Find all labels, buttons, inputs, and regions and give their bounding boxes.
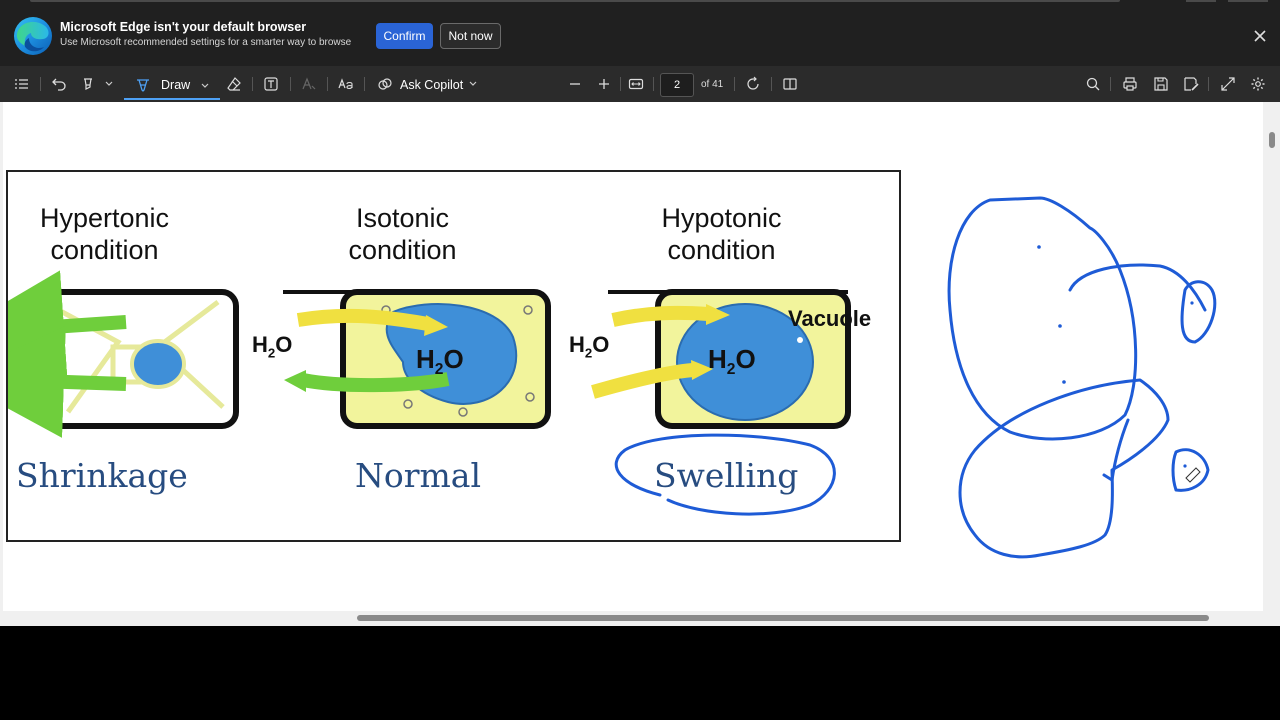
page-number-input[interactable] (660, 73, 694, 97)
h2o-label-isotonic-center: H2O (416, 344, 464, 379)
hypertonic-cell (8, 270, 239, 438)
separator (1208, 77, 1209, 91)
page-view-icon[interactable] (780, 74, 800, 94)
banner-title: Microsoft Edge isn't your default browse… (60, 20, 307, 34)
document-viewport: Hypertonic condition Isotonic condition Hy… (0, 102, 1280, 626)
shrinkage-label: Shrinkage (16, 456, 188, 495)
separator (327, 77, 328, 91)
hypertonic-title: Hypertonic condition (39, 203, 170, 265)
h2o-label-hypotonic-center: H2O (708, 344, 756, 379)
contents-icon[interactable] (11, 74, 31, 94)
chevron-down-icon[interactable] (468, 78, 478, 88)
read-aloud-icon[interactable] (336, 74, 356, 94)
hypotonic-title: Hypotonic condition (661, 203, 782, 265)
separator (40, 77, 41, 91)
zoom-out-icon[interactable] (565, 74, 585, 94)
fullscreen-icon[interactable] (1218, 74, 1238, 94)
separator (1110, 77, 1111, 91)
rotate-icon[interactable] (743, 74, 763, 94)
window-edge (1228, 0, 1268, 2)
zoom-in-icon[interactable] (594, 74, 614, 94)
vacuole-label: Vacuole (788, 306, 872, 331)
page-total: of 41 (701, 79, 724, 90)
confirm-button[interactable]: Confirm (376, 23, 433, 49)
eraser-icon[interactable] (224, 74, 244, 94)
separator (771, 77, 772, 91)
print-icon[interactable] (1120, 74, 1140, 94)
close-icon[interactable] (1250, 26, 1270, 46)
settings-icon[interactable] (1248, 74, 1268, 94)
scroll-thumb[interactable] (357, 615, 1209, 621)
search-icon[interactable] (1083, 74, 1103, 94)
banner-subtitle: Use Microsoft recommended settings for a… (60, 37, 352, 48)
separator (252, 77, 253, 91)
pdf-toolbar: Draw Ask Copilot of 41 (0, 66, 1280, 102)
swelling-label: Swelling (654, 456, 799, 495)
window-edge (1186, 0, 1216, 2)
window-edge (30, 0, 1120, 2)
osmosis-figure: Hypertonic condition Isotonic condition Hy… (6, 170, 901, 542)
undo-icon[interactable] (49, 74, 69, 94)
vertical-scrollbar[interactable] (1264, 102, 1280, 611)
save-icon[interactable] (1151, 74, 1171, 94)
save-as-icon[interactable] (1181, 74, 1201, 94)
separator (364, 77, 365, 91)
separator (653, 77, 654, 91)
fit-page-icon[interactable] (626, 74, 646, 94)
draw-icon (137, 79, 149, 92)
not-now-button[interactable]: Not now (440, 23, 501, 49)
text-format-icon (299, 74, 319, 94)
chevron-down-icon[interactable] (104, 78, 114, 88)
copilot-icon[interactable] (375, 74, 395, 94)
horizontal-scrollbar[interactable] (0, 611, 1280, 626)
separator (620, 77, 621, 91)
separator (290, 77, 291, 91)
draw-label: Draw (161, 78, 191, 92)
chevron-down-icon[interactable] (200, 80, 210, 90)
scroll-thumb[interactable] (1269, 132, 1275, 148)
h2o-label-hypotonic: H2O (569, 332, 610, 361)
pdf-page: Hypertonic condition Isotonic condition Hy… (3, 102, 1263, 611)
isotonic-title: Isotonic condition (348, 203, 457, 265)
default-browser-banner: Microsoft Edge isn't your default browse… (0, 0, 1280, 66)
ask-copilot-label[interactable]: Ask Copilot (400, 78, 463, 92)
separator (734, 77, 735, 91)
highlight-icon[interactable] (78, 74, 98, 94)
active-indicator (124, 98, 220, 100)
h2o-label-isotonic: H2O (252, 332, 293, 361)
draw-button[interactable]: Draw (124, 70, 220, 100)
textbox-icon[interactable] (261, 74, 281, 94)
normal-label: Normal (355, 456, 482, 495)
edge-logo-icon (14, 17, 52, 55)
